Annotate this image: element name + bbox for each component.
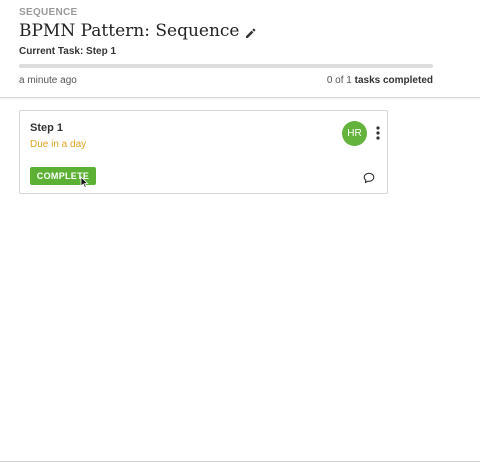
- process-header: SEQUENCE BPMN Pattern: Sequence Current …: [0, 0, 480, 98]
- task-card[interactable]: Step 1 Due in a day HR COMPLETE: [19, 110, 388, 194]
- progress-bar: [19, 64, 433, 68]
- avatar[interactable]: HR: [342, 121, 367, 146]
- last-updated-text: a minute ago: [19, 75, 77, 86]
- task-due-date: Due in a day: [30, 139, 87, 150]
- task-title[interactable]: Step 1: [30, 122, 63, 134]
- comment-icon[interactable]: [363, 171, 375, 184]
- tasks-count-label: tasks completed: [354, 75, 433, 86]
- tasks-completed-count: 0 of 1 tasks completed: [327, 75, 433, 86]
- current-task-label: Current Task: Step 1: [19, 46, 117, 57]
- title-row: BPMN Pattern: Sequence: [19, 21, 256, 41]
- more-vertical-icon[interactable]: [374, 125, 382, 141]
- page-title: BPMN Pattern: Sequence: [19, 21, 240, 41]
- breadcrumb[interactable]: SEQUENCE: [19, 7, 78, 18]
- pencil-icon[interactable]: [245, 26, 256, 38]
- mouse-pointer-icon: [80, 176, 89, 189]
- tasks-count-number: 0 of 1: [326, 75, 352, 86]
